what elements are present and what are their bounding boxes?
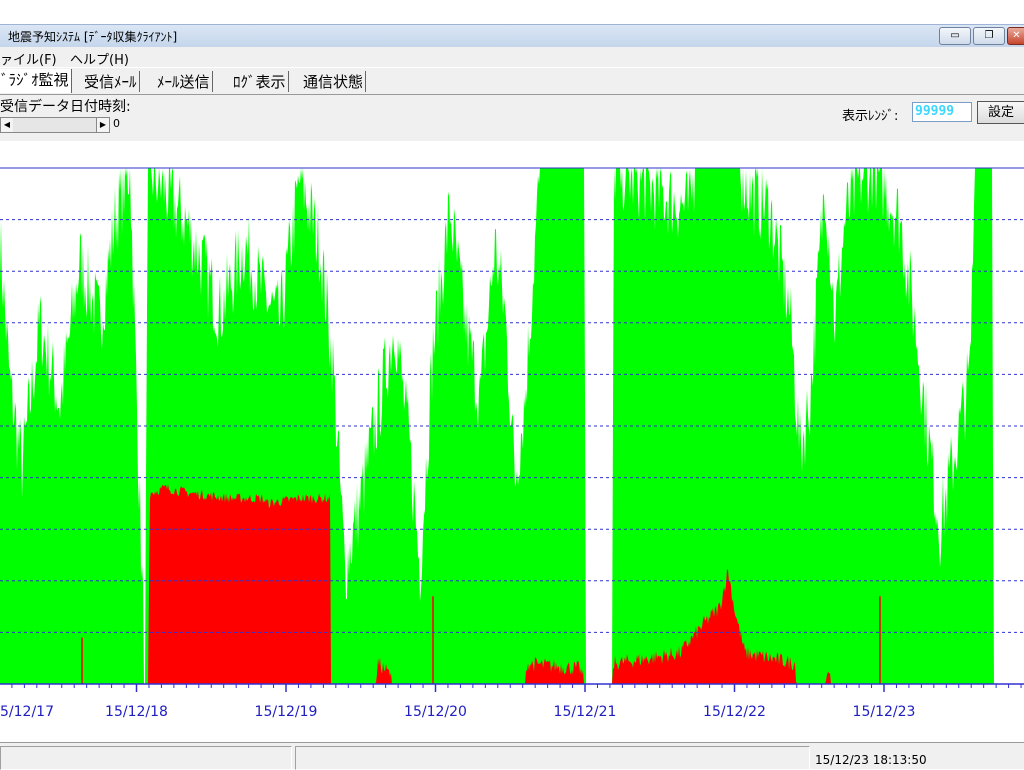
range-input[interactable]: 99999 [912,102,972,122]
date-scrollbar[interactable]: ◀ ▶ [0,117,110,133]
status-timestamp: 15/12/23 18:13:50 [815,753,927,767]
scroll-right-icon[interactable]: ▶ [96,118,109,132]
tab-radio-monitor[interactable]: ﾞﾗｼﾞｵ監視 [0,69,72,93]
chart-tick-label: 5/12/17 [0,704,54,720]
tab-received-mail[interactable]: 受信ﾒｰﾙ [82,71,140,92]
status-bar: 15/12/23 18:13:50 [0,742,1024,770]
title-bar: 地震予知ｼｽﾃﾑ [ﾃﾞｰﾀ収集ｸﾗｲｱﾝﾄ] ▭ ❐ ✕ [0,24,1024,48]
tab-log-view[interactable]: ﾛｸﾞ表示 [231,71,289,92]
status-panel-2 [295,746,810,770]
chart-tick-label: 15/12/21 [554,704,617,720]
scroll-left-icon[interactable]: ◀ [0,118,13,132]
range-label: 表示ﾚﾝｼﾞ: [842,109,899,124]
window-title: 地震予知ｼｽﾃﾑ [ﾃﾞｰﾀ収集ｸﾗｲｱﾝﾄ] [8,30,178,44]
chart-tick-label: 15/12/19 [255,704,318,720]
menu-file[interactable]: ァイル(F) [0,49,57,68]
menu-bar: ァイル(F) ヘルプ(H) [0,47,1024,68]
set-button[interactable]: 設定 [977,101,1024,124]
chart-tick-label: 15/12/22 [703,704,766,720]
restore-button[interactable]: ❐ [973,27,1005,45]
minimize-button[interactable]: ▭ [939,27,971,45]
chart-tick-label: 15/12/18 [105,704,168,720]
control-panel: 受信データ日付時刻: ◀ ▶ 0 表示ﾚﾝｼﾞ: 99999 設定 [0,95,1024,141]
date-label: 受信データ日付時刻: [0,99,131,115]
chart-tick-label: 15/12/20 [404,704,467,720]
scroll-value: 0 [113,117,120,130]
tab-comm-status[interactable]: 通信状態 [301,71,367,92]
tab-send-mail[interactable]: ﾒｰﾙ送信 [155,71,213,92]
chart-tick-label: 15/12/23 [853,704,916,720]
tab-strip: ﾞﾗｼﾞｵ監視 受信ﾒｰﾙ ﾒｰﾙ送信 ﾛｸﾞ表示 通信状態 [0,68,1024,95]
close-button[interactable]: ✕ [1007,27,1024,45]
status-panel-1 [0,746,292,770]
chart-area: 5/12/17 15/12/18 15/12/19 15/12/20 15/12/21 1… [0,141,1024,741]
chart-svg: 5/12/17 15/12/18 15/12/19 15/12/20 15/12/21 1… [0,167,1024,720]
menu-help[interactable]: ヘルプ(H) [70,49,129,68]
